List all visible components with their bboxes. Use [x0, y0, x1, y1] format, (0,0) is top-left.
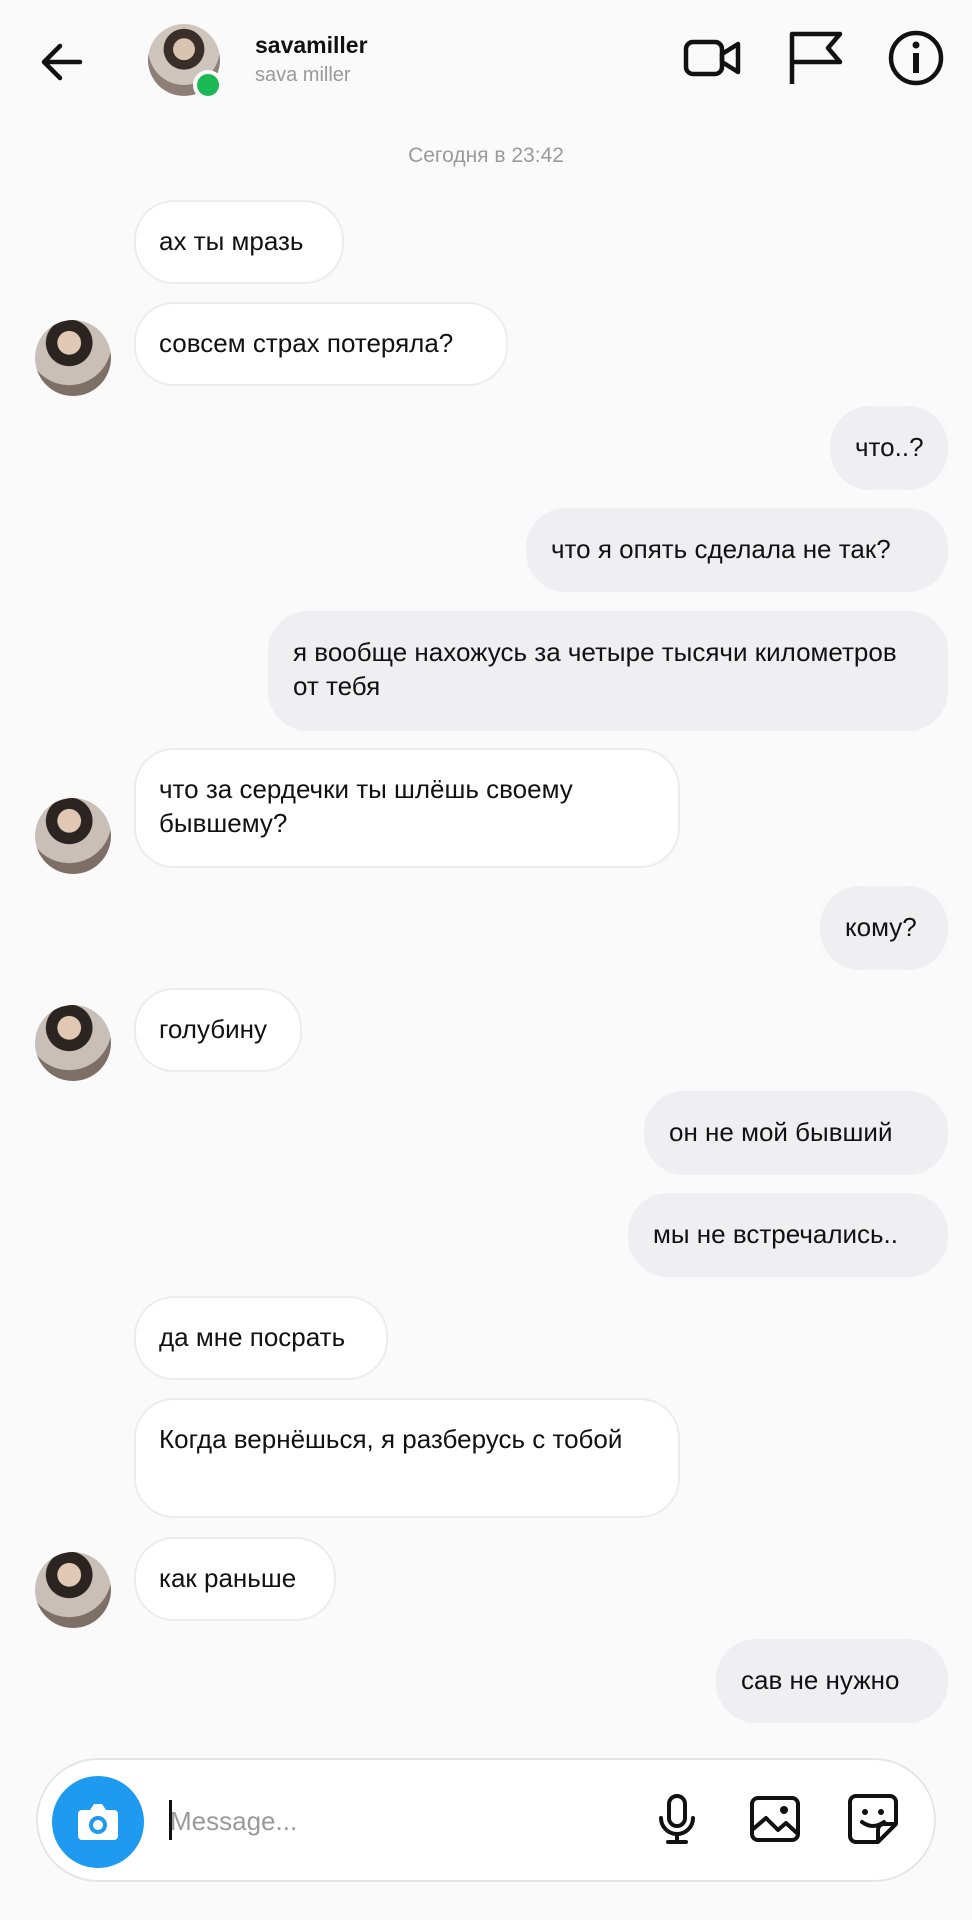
camera-button[interactable] [52, 1776, 144, 1868]
incoming-message[interactable]: голубину [134, 988, 302, 1072]
outgoing-message[interactable]: сав не нужно [716, 1639, 948, 1723]
outgoing-message[interactable]: мы не встречались.. [628, 1193, 948, 1277]
incoming-message[interactable]: как раньше [134, 1537, 336, 1621]
full-name: sava miller [255, 64, 351, 86]
online-indicator [193, 70, 223, 100]
incoming-message[interactable]: да мне посрать [134, 1296, 388, 1380]
info-icon[interactable] [884, 26, 948, 90]
microphone-icon[interactable] [648, 1790, 706, 1848]
sender-avatar[interactable] [35, 798, 111, 874]
sender-avatar[interactable] [35, 320, 111, 396]
back-arrow-icon[interactable] [34, 34, 90, 90]
message-input[interactable]: Message... [170, 1806, 297, 1837]
gallery-icon[interactable] [746, 1790, 804, 1848]
outgoing-message[interactable]: кому? [820, 886, 948, 970]
username[interactable]: savamiller [255, 32, 368, 59]
flag-icon[interactable] [782, 26, 846, 90]
outgoing-message[interactable]: что..? [830, 406, 948, 490]
chat-header: savamiller sava miller [0, 0, 972, 118]
incoming-message[interactable]: что за сердечки ты шлёшь своему бывшему? [134, 748, 680, 868]
message-timestamp: Сегодня в 23:42 [408, 144, 564, 167]
outgoing-message[interactable]: что я опять сделала не так? [526, 508, 948, 592]
incoming-message[interactable]: Когда вернёшься, я разберусь с тобой [134, 1398, 680, 1518]
outgoing-message[interactable]: он не мой бывший [644, 1091, 948, 1175]
sender-avatar[interactable] [35, 1552, 111, 1628]
incoming-message[interactable]: совсем страх потеряла? [134, 302, 508, 386]
sticker-icon[interactable] [844, 1790, 902, 1848]
outgoing-message[interactable]: я вообще нахожусь за четыре тысячи килом… [268, 611, 948, 731]
video-camera-icon[interactable] [680, 26, 744, 90]
incoming-message[interactable]: ах ты мразь [134, 200, 344, 284]
camera-icon [78, 1804, 118, 1840]
sender-avatar[interactable] [35, 1005, 111, 1081]
